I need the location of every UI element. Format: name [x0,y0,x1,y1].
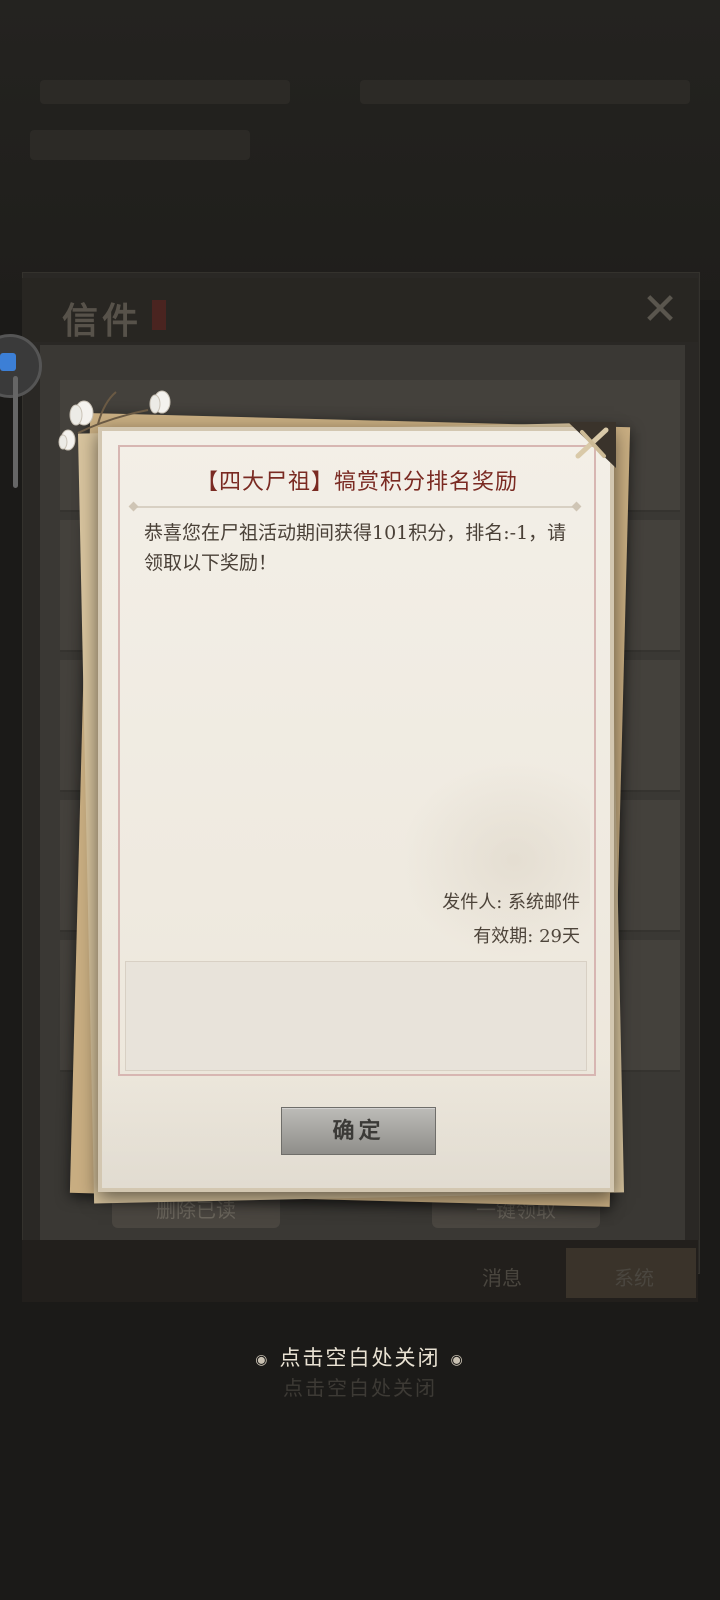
background-close-hint: 点击空白处关闭 [283,1376,437,1400]
mail-title: 【四大尸祖】犒赏积分排名奖励 [195,470,518,495]
tab-messages[interactable]: 消息 [482,1262,522,1291]
hint-ornament-icon: ◉ [450,1351,465,1368]
attachment-area [125,961,587,1071]
hint-ornament-icon: ◉ [255,1351,270,1368]
close-hint-text: 点击空白处关闭 [279,1346,441,1370]
title-divider [133,506,577,508]
confirm-button[interactable]: 确定 [281,1107,436,1155]
background-text-bar [360,80,690,104]
magnolia-flower-icon [58,390,171,451]
close-icon[interactable]: ✕ [640,288,680,332]
scroll-indicator [13,376,18,488]
assistant-icon [0,353,16,371]
background-text-bar [30,130,250,160]
tab-system[interactable]: 系统 [614,1262,654,1291]
background-title-seal [152,300,166,330]
mail-body-text: 恭喜您在尸祖活动期间获得101积分，排名:-1，请领取以下奖励！ [144,522,567,574]
mail-sender: 发件人: 系统邮件 [442,892,580,913]
tap-to-close-hint[interactable]: ◉ 点击空白处关闭 ◉ [0,1342,720,1372]
background-text-bar [40,80,290,104]
mail-validity: 有效期: 29天 [473,926,580,947]
background-mail-title: 信件 [62,300,143,342]
screen[interactable]: 信件 ✕ 删除已读 一键领取 消息 系统 点击空白处关闭 【四大尸祖】犒赏积分排… [0,0,720,1600]
